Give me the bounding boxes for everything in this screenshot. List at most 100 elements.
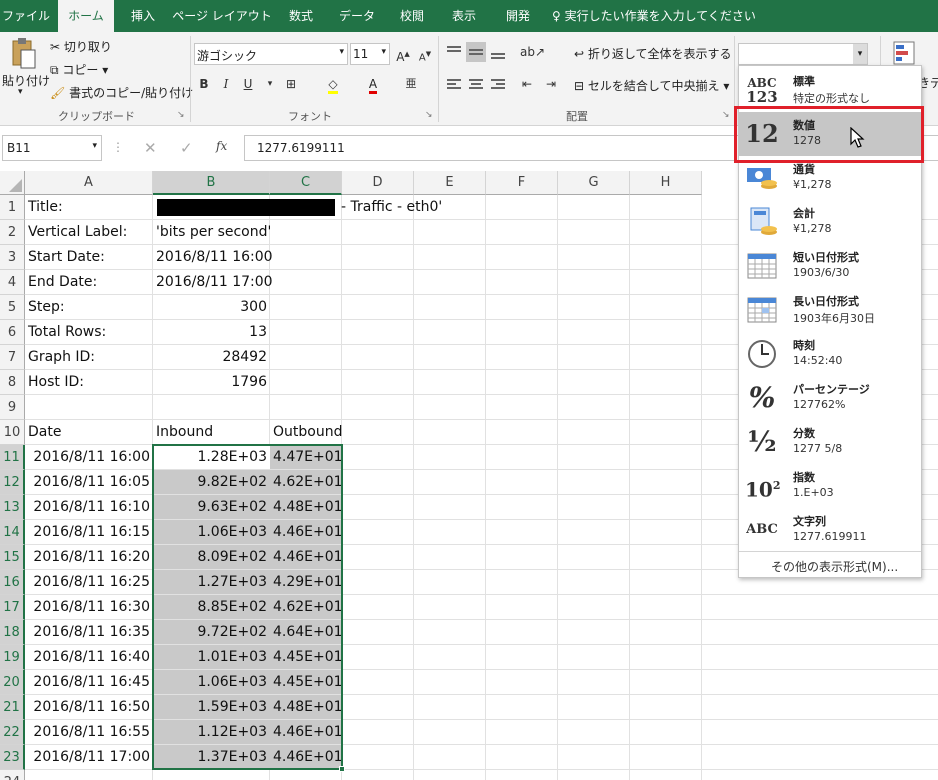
number-format-item[interactable]: 会計 ¥1,278 (739, 200, 921, 244)
cell-a[interactable]: 2016/8/11 16:05 (25, 470, 153, 495)
row-header[interactable]: 4 (0, 270, 25, 295)
more-number-formats[interactable]: その他の表示形式(M)... (771, 558, 898, 575)
cell-b[interactable]: 2016/8/11 17:00 (153, 270, 276, 295)
name-box[interactable]: B11 ▾ (2, 135, 102, 161)
cell-c[interactable] (270, 370, 276, 395)
orientation-icon[interactable]: ab↗ (520, 42, 545, 62)
cell-c[interactable]: Outbound (270, 420, 345, 445)
clipboard-launcher-icon[interactable]: ↘ (177, 110, 185, 120)
row-header[interactable]: 23 (0, 745, 25, 770)
fill-color-icon[interactable]: ◇ (322, 74, 344, 94)
border-icon[interactable]: ⊞ (280, 74, 302, 94)
column-header-a[interactable]: A (25, 171, 153, 195)
row-header[interactable]: 21 (0, 695, 25, 720)
row-header[interactable]: 22 (0, 720, 25, 745)
cell-a[interactable]: 2016/8/11 16:00 (25, 445, 153, 470)
cell-c[interactable] (270, 345, 276, 370)
cell-c[interactable] (270, 295, 276, 320)
font-name-dropdown-icon[interactable]: ▾ (339, 47, 344, 57)
cell-a[interactable]: Total Rows: (25, 320, 109, 345)
row-header[interactable]: 9 (0, 395, 25, 420)
cell-a[interactable]: 2016/8/11 16:50 (25, 695, 153, 720)
cell-c[interactable]: - Traffic - eth0' (338, 195, 445, 220)
cell-c[interactable] (270, 770, 276, 780)
paste-dropdown-icon[interactable]: ▾ (18, 87, 23, 97)
tab-review[interactable]: 校閲 (390, 0, 434, 32)
name-box-dropdown-icon[interactable]: ▾ (92, 141, 97, 151)
phonetic-icon[interactable]: 亜 (400, 74, 422, 94)
italic-button[interactable]: I (215, 74, 237, 94)
column-header-d[interactable]: D (342, 171, 414, 195)
cell-a[interactable]: 2016/8/11 16:20 (25, 545, 153, 570)
row-header[interactable]: 14 (0, 520, 25, 545)
cell-b[interactable]: 28492 (153, 345, 270, 370)
cell-c[interactable] (270, 270, 276, 295)
row-header[interactable]: 8 (0, 370, 25, 395)
tab-data[interactable]: データ (330, 0, 384, 32)
font-name-box[interactable]: 游ゴシック ▾ (194, 43, 348, 65)
cell-a[interactable]: Start Date: (25, 245, 108, 270)
underline-dropdown-icon[interactable]: ▾ (259, 74, 281, 94)
align-center-icon[interactable] (466, 74, 486, 94)
cell-c[interactable] (270, 320, 276, 345)
tab-insert[interactable]: 挿入 (120, 0, 166, 32)
align-middle-icon[interactable] (466, 42, 486, 62)
cell-a[interactable]: Vertical Label: (25, 220, 130, 245)
cell-a[interactable]: 2016/8/11 16:10 (25, 495, 153, 520)
cell-b[interactable]: 'bits per second' (153, 220, 274, 245)
number-format-item[interactable]: 時刻 14:52:40 (739, 332, 921, 376)
tab-home[interactable]: ホーム (58, 0, 114, 32)
cell-a[interactable] (25, 395, 31, 420)
cell-b[interactable]: 13 (153, 320, 270, 345)
column-header-b[interactable]: B (153, 171, 270, 195)
column-header-c[interactable]: C (270, 171, 342, 195)
cell-a[interactable]: 2016/8/11 16:15 (25, 520, 153, 545)
font-size-dropdown-icon[interactable]: ▾ (381, 47, 386, 57)
row-header[interactable]: 24 (0, 770, 25, 780)
align-right-icon[interactable] (488, 74, 508, 94)
row-header[interactable]: 12 (0, 470, 25, 495)
wrap-text-button[interactable]: ↩ 折り返して全体を表示する (574, 45, 732, 62)
cell-a[interactable]: Host ID: (25, 370, 87, 395)
column-header-e[interactable]: E (414, 171, 486, 195)
row-header[interactable]: 13 (0, 495, 25, 520)
row-header[interactable]: 6 (0, 320, 25, 345)
cell-b[interactable] (153, 770, 159, 780)
cell-b[interactable]: 1796 (153, 370, 270, 395)
number-format-item[interactable]: 102 指数 1.E+03 (739, 464, 921, 508)
cell-a[interactable]: End Date: (25, 270, 100, 295)
format-painter-button[interactable]: 🖌 書式のコピー/貼り付け (50, 84, 193, 101)
alignment-launcher-icon[interactable]: ↘ (722, 110, 730, 120)
cell-a[interactable]: 2016/8/11 17:00 (25, 745, 153, 770)
conditional-format-icon[interactable] (890, 40, 920, 68)
cell-a[interactable]: 2016/8/11 16:40 (25, 645, 153, 670)
fill-handle[interactable] (339, 766, 345, 772)
row-header[interactable]: 10 (0, 420, 25, 445)
cell-a[interactable]: 2016/8/11 16:30 (25, 595, 153, 620)
column-header-f[interactable]: F (486, 171, 558, 195)
align-bottom-icon[interactable] (488, 42, 508, 62)
row-header[interactable]: 5 (0, 295, 25, 320)
number-format-item[interactable]: ABC 文字列 1277.619911 (739, 508, 921, 552)
font-size-box[interactable]: 11 ▾ (350, 43, 390, 65)
cell-b[interactable]: 2016/8/11 16:00 (153, 245, 276, 270)
row-header[interactable]: 20 (0, 670, 25, 695)
align-top-icon[interactable] (444, 42, 464, 62)
tab-developer[interactable]: 開発 (494, 0, 542, 32)
font-launcher-icon[interactable]: ↘ (425, 110, 433, 120)
cell-a[interactable]: Title: (25, 195, 66, 220)
merge-center-button[interactable]: ⊟ セルを結合して中央揃え ▾ (574, 77, 729, 94)
column-header-h[interactable]: H (630, 171, 702, 195)
bold-button[interactable]: B (193, 74, 215, 94)
decrease-font-icon[interactable]: A▼ (414, 44, 436, 64)
cell-c[interactable] (270, 395, 276, 420)
row-header[interactable]: 1 (0, 195, 25, 220)
row-header[interactable]: 15 (0, 545, 25, 570)
number-format-item[interactable]: % パーセンテージ 127762% (739, 376, 921, 420)
increase-indent-icon[interactable]: ⇥ (540, 74, 562, 94)
paste-button[interactable]: 貼り付け (2, 72, 50, 89)
cell-c[interactable] (270, 245, 276, 270)
cell-a[interactable]: 2016/8/11 16:25 (25, 570, 153, 595)
cell-c[interactable] (270, 220, 276, 245)
row-header[interactable]: 18 (0, 620, 25, 645)
